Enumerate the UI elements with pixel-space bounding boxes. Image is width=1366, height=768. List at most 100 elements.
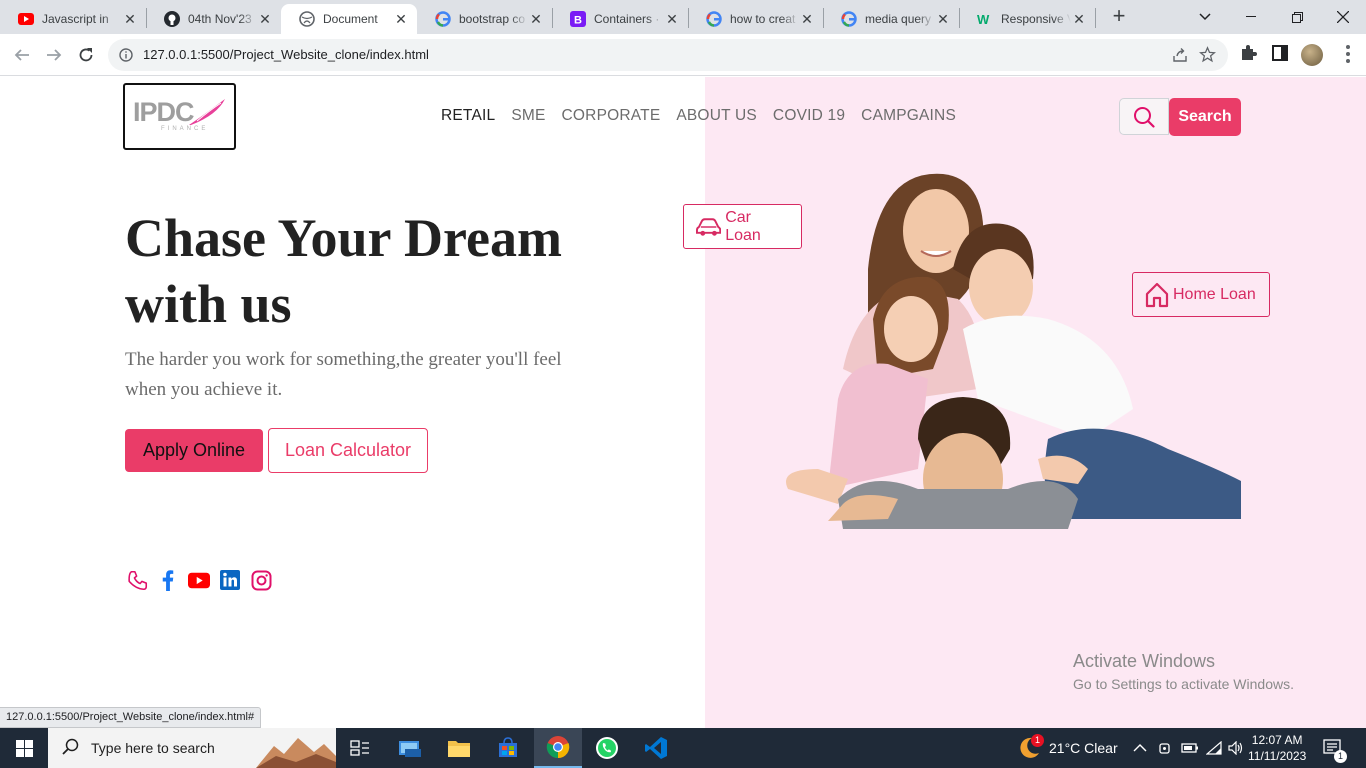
chrome-icon[interactable]	[534, 728, 582, 768]
activate-windows-watermark: Activate Windows Go to Settings to activ…	[1073, 651, 1294, 692]
battery-icon[interactable]	[1181, 728, 1199, 768]
share-icon[interactable]	[1172, 47, 1188, 68]
taskbar-search-box[interactable]: Type here to search	[48, 728, 336, 768]
google-icon	[841, 11, 857, 27]
close-tab-icon[interactable]: ✕	[393, 11, 409, 28]
tab-youtube[interactable]: Javascript in ✕	[0, 4, 146, 34]
clock-date: 11/11/2023	[1248, 749, 1307, 763]
tab-title: Containers ·	[594, 12, 660, 26]
status-bar-url: 127.0.0.1:5500/Project_Website_clone/ind…	[0, 707, 262, 728]
tab-responsive[interactable]: W Responsive V ✕	[959, 4, 1095, 34]
car-loan-tag[interactable]: Car Loan	[683, 204, 802, 249]
close-window-button[interactable]	[1320, 0, 1366, 34]
logo-subtitle: FINANCE	[161, 126, 209, 132]
app-explorer-icon[interactable]	[386, 728, 434, 768]
volume-icon[interactable]	[1228, 728, 1244, 768]
address-bar[interactable]: 127.0.0.1:5500/Project_Website_clone/ind…	[108, 39, 1228, 71]
svg-text:W: W	[977, 12, 990, 27]
w3schools-icon: W	[977, 11, 993, 27]
tab-title: Document	[323, 12, 378, 26]
github-icon	[164, 11, 180, 27]
weather-text: 21°C Clear	[1049, 740, 1118, 756]
linkedin-icon[interactable]	[219, 569, 241, 591]
nav-campgains[interactable]: CAMPGAINS	[861, 107, 956, 125]
close-tab-icon[interactable]: ✕	[122, 11, 138, 28]
tab-github[interactable]: 04th Nov'23 ✕	[146, 4, 281, 34]
side-panel-icon[interactable]	[1271, 44, 1289, 67]
close-tab-icon[interactable]: ✕	[257, 11, 273, 28]
tab-how-to-create[interactable]: how to creat ✕	[688, 4, 823, 34]
restore-button[interactable]	[1274, 0, 1320, 34]
search-highlight-mountain-icon	[256, 738, 336, 768]
extensions-puzzle-icon[interactable]	[1239, 44, 1257, 67]
close-tab-icon[interactable]: ✕	[1071, 11, 1087, 28]
globe-icon	[299, 11, 315, 27]
show-hidden-icons-chevron-icon[interactable]	[1133, 728, 1147, 768]
close-tab-icon[interactable]: ✕	[799, 11, 815, 28]
bookmark-star-icon[interactable]	[1198, 46, 1217, 68]
wifi-icon[interactable]	[1206, 728, 1222, 768]
ipdc-logo[interactable]: IPDC FINANCE	[123, 83, 236, 150]
apply-online-button[interactable]: Apply Online	[125, 429, 263, 472]
microsoft-store-icon[interactable]	[484, 728, 532, 768]
vscode-icon[interactable]	[632, 728, 680, 768]
nav-covid-19[interactable]: COVID 19	[773, 107, 845, 125]
forward-arrow-icon[interactable]	[42, 43, 66, 67]
whatsapp-icon[interactable]	[583, 728, 631, 768]
hero-title-line1: Chase Your Dream	[125, 208, 562, 268]
tab-title: Responsive V	[1001, 12, 1071, 26]
instagram-icon[interactable]	[250, 569, 272, 591]
tab-title: how to creat	[730, 12, 796, 26]
minimize-button[interactable]	[1228, 0, 1274, 34]
system-clock[interactable]: 12:07 AM 11/11/2023	[1248, 732, 1306, 764]
tab-containers[interactable]: B Containers · ✕	[552, 4, 688, 34]
notification-count-badge: 1	[1334, 750, 1347, 763]
phone-icon[interactable]	[126, 569, 148, 591]
svg-text:B: B	[574, 15, 582, 27]
tab-title: 04th Nov'23	[188, 12, 252, 26]
logo-text: IPDC	[133, 97, 195, 127]
nav-retail[interactable]: RETAIL	[441, 107, 495, 125]
close-tab-icon[interactable]: ✕	[528, 11, 544, 28]
profile-avatar[interactable]	[1301, 44, 1323, 66]
facebook-icon[interactable]	[157, 569, 179, 591]
notification-center-icon[interactable]: 1	[1323, 728, 1347, 768]
new-tab-button[interactable]: +	[1108, 5, 1130, 27]
search-icon	[1134, 106, 1155, 128]
google-icon	[706, 11, 722, 27]
home-loan-tag[interactable]: Home Loan	[1132, 272, 1270, 317]
tab-document[interactable]: Document ✕	[281, 4, 417, 34]
home-loan-label: Home Loan	[1173, 285, 1256, 303]
back-arrow-icon[interactable]	[10, 43, 34, 67]
nav-about-us[interactable]: ABOUT US	[676, 107, 757, 125]
youtube-icon	[18, 11, 34, 27]
tab-bootstrap-search[interactable]: bootstrap co ✕	[417, 4, 552, 34]
browser-tab-strip: Javascript in ✕ 04th Nov'23 ✕ Document ✕…	[0, 0, 1366, 34]
search-button[interactable]: Search	[1169, 98, 1241, 136]
youtube-icon[interactable]	[188, 569, 210, 591]
close-tab-icon[interactable]: ✕	[935, 11, 951, 28]
weather-badge: 1	[1031, 734, 1044, 747]
tab-title: media query	[865, 12, 932, 26]
nav-sme[interactable]: SME	[511, 107, 545, 125]
tab-search-chevron-icon[interactable]	[1182, 0, 1228, 34]
browser-toolbar: 127.0.0.1:5500/Project_Website_clone/ind…	[0, 34, 1366, 76]
weather-widget[interactable]: 1 21°C Clear	[1016, 728, 1118, 768]
reload-icon[interactable]	[74, 43, 98, 67]
file-explorer-icon[interactable]	[435, 728, 483, 768]
tab-title: bootstrap co	[459, 12, 526, 26]
search-icon-box[interactable]	[1119, 98, 1169, 135]
loan-calculator-button[interactable]: Loan Calculator	[268, 428, 428, 473]
windows-taskbar: Type here to search 1 21°C Clear 12:07 A…	[0, 728, 1366, 768]
task-view-icon[interactable]	[336, 728, 384, 768]
tab-media-query[interactable]: media query ✕	[823, 4, 959, 34]
hero-title-line2: with us	[125, 274, 292, 334]
nav-corporate[interactable]: CORPORATE	[562, 107, 661, 125]
close-tab-icon[interactable]: ✕	[664, 11, 680, 28]
clock-time: 12:07 AM	[1251, 733, 1303, 747]
meet-now-icon[interactable]	[1157, 728, 1173, 768]
menu-kebab-icon[interactable]	[1346, 45, 1350, 66]
tab-title: Javascript in	[42, 12, 109, 26]
info-icon[interactable]	[119, 48, 133, 67]
windows-start-icon[interactable]	[0, 728, 48, 768]
